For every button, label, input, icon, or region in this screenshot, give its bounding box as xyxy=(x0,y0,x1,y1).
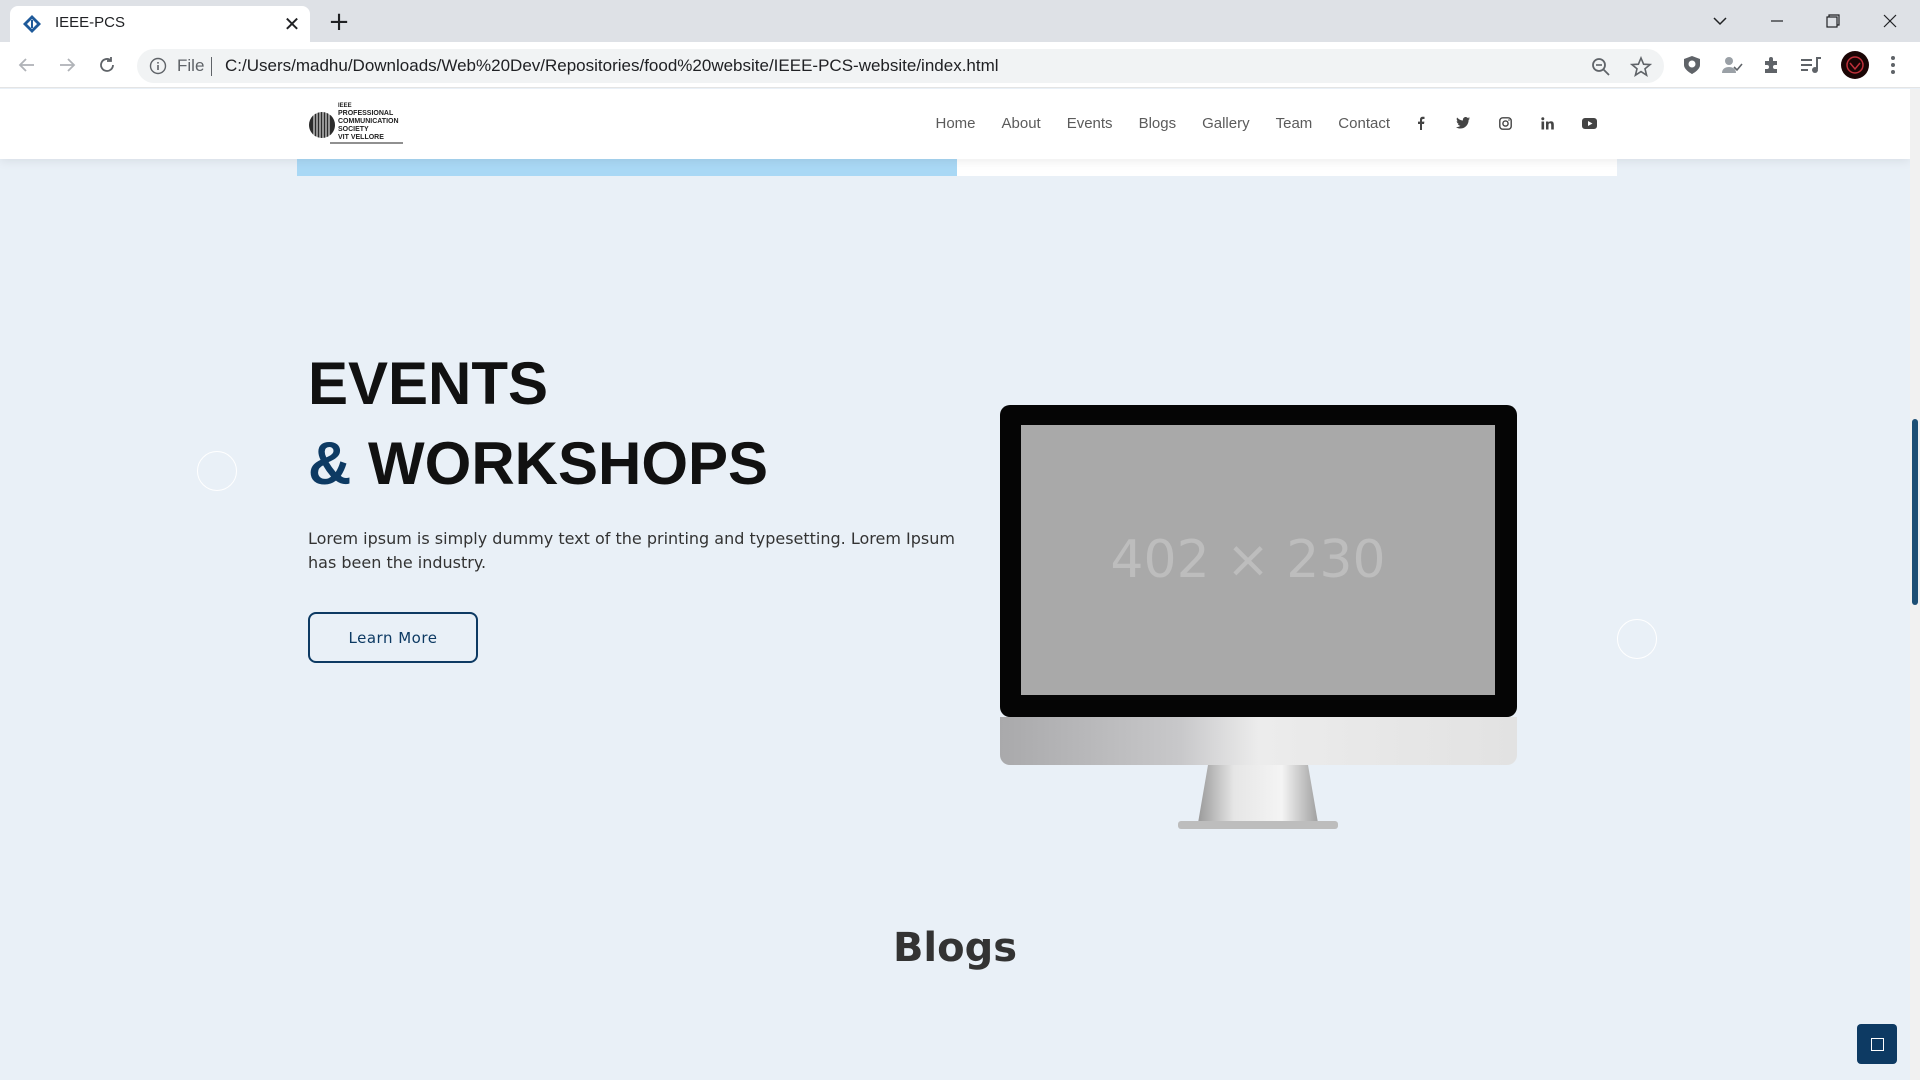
chat-square-icon xyxy=(1870,1037,1884,1051)
reload-button[interactable] xyxy=(92,50,122,80)
arrow-right-icon xyxy=(60,58,76,72)
tab-close-button[interactable]: ✕ xyxy=(280,12,304,36)
web-page: IEEE PROFESSIONAL COMMUNICATION SOCIETY … xyxy=(0,89,1910,1080)
youtube-icon[interactable] xyxy=(1578,113,1600,133)
avatar-icon xyxy=(1841,51,1869,79)
close-icon xyxy=(1883,14,1897,28)
playlist-music-icon xyxy=(1801,57,1821,73)
extensions-button[interactable] xyxy=(1760,53,1784,77)
instagram-icon[interactable] xyxy=(1494,113,1516,133)
hero-title-line1: EVENTS xyxy=(308,350,549,417)
hero-title-ampersand: & xyxy=(308,430,352,497)
scroll-progress-fill xyxy=(297,159,957,176)
site-header: IEEE PROFESSIONAL COMMUNICATION SOCIETY … xyxy=(0,89,1910,159)
hero-title-line2: WORKSHOPS xyxy=(368,430,769,497)
twitter-icon[interactable] xyxy=(1452,113,1474,133)
url-text[interactable]: C:/Users/madhu/Downloads/Web%20Dev/Repos… xyxy=(225,56,999,76)
nav-events[interactable]: Events xyxy=(1067,115,1113,132)
image-placeholder-label: 402 × 230 xyxy=(1110,530,1385,590)
close-window-button[interactable] xyxy=(1870,4,1910,38)
forward-button[interactable] xyxy=(52,50,82,80)
browser-tab-strip: IEEE-PCS ✕ + xyxy=(0,0,1920,42)
learn-more-button[interactable]: Learn More xyxy=(308,612,478,663)
shield-extension-button[interactable] xyxy=(1680,53,1704,77)
main-nav: Home About Events Blogs Gallery Team Con… xyxy=(909,113,1600,133)
ieee-favicon-icon xyxy=(23,15,41,33)
linkedin-icon[interactable] xyxy=(1536,113,1558,133)
nav-team[interactable]: Team xyxy=(1276,115,1313,132)
puzzle-icon xyxy=(1765,57,1777,73)
blogs-section-title: Blogs xyxy=(892,925,1018,971)
chevron-down-icon xyxy=(1713,17,1727,26)
media-controls-button[interactable] xyxy=(1799,53,1823,77)
new-tab-button[interactable]: + xyxy=(325,8,353,36)
logo-line-society: SOCIETY xyxy=(338,126,369,133)
profile-sync-button[interactable] xyxy=(1720,53,1744,77)
restore-button[interactable] xyxy=(1813,4,1853,38)
url-scheme-label: File xyxy=(177,56,205,75)
nav-contact[interactable]: Contact xyxy=(1338,115,1390,132)
hero-title: EVENTS & WORKSHOPS xyxy=(308,344,768,504)
profile-avatar[interactable] xyxy=(1841,51,1869,79)
shield-icon xyxy=(1684,56,1700,74)
reload-icon xyxy=(100,57,114,72)
kebab-menu-icon xyxy=(1891,56,1895,74)
url-separator xyxy=(211,57,212,76)
browser-tab[interactable]: IEEE-PCS ✕ xyxy=(10,6,310,42)
tab-search-button[interactable] xyxy=(1700,4,1740,38)
logo-line-vit-vellore: VIT VELLORE xyxy=(338,134,384,141)
monitor-mockup-image: 402 × 230 xyxy=(1000,405,1517,829)
zoom-icon[interactable] xyxy=(1590,56,1612,78)
chat-widget-button[interactable] xyxy=(1857,1024,1897,1064)
nav-blogs[interactable]: Blogs xyxy=(1139,115,1177,132)
restore-icon xyxy=(1826,14,1840,28)
nav-about[interactable]: About xyxy=(1002,115,1041,132)
nav-home[interactable]: Home xyxy=(935,115,975,132)
hero-description: Lorem ipsum is simply dummy text of the … xyxy=(308,529,955,572)
address-bar[interactable]: File C:/Users/madhu/Downloads/Web%20Dev/… xyxy=(137,49,1664,83)
logo-line-communication: COMMUNICATION xyxy=(338,118,399,125)
decorative-circle-left xyxy=(197,451,237,491)
browser-toolbar: File C:/Users/madhu/Downloads/Web%20Dev/… xyxy=(0,42,1920,88)
info-icon[interactable] xyxy=(149,57,167,75)
logo-line-ieee: IEEE xyxy=(338,103,352,109)
nav-gallery[interactable]: Gallery xyxy=(1202,115,1250,132)
minimize-button[interactable] xyxy=(1757,4,1797,38)
page-scrollbar-thumb[interactable] xyxy=(1912,419,1918,605)
scroll-progress-bar xyxy=(297,159,1617,176)
site-logo[interactable]: IEEE PROFESSIONAL COMMUNICATION SOCIETY … xyxy=(308,103,408,147)
person-check-icon xyxy=(1722,57,1743,73)
decorative-circle-right xyxy=(1617,619,1657,659)
facebook-icon[interactable] xyxy=(1410,113,1432,133)
page-scrollbar[interactable] xyxy=(1910,89,1920,1080)
minimize-icon xyxy=(1771,20,1783,22)
bookmark-star-icon[interactable] xyxy=(1630,56,1652,78)
back-button[interactable] xyxy=(12,50,42,80)
tab-title: IEEE-PCS xyxy=(55,14,126,31)
arrow-left-icon xyxy=(18,58,34,72)
logo-line-professional: PROFESSIONAL xyxy=(338,110,394,117)
browser-menu-button[interactable] xyxy=(1881,53,1905,77)
